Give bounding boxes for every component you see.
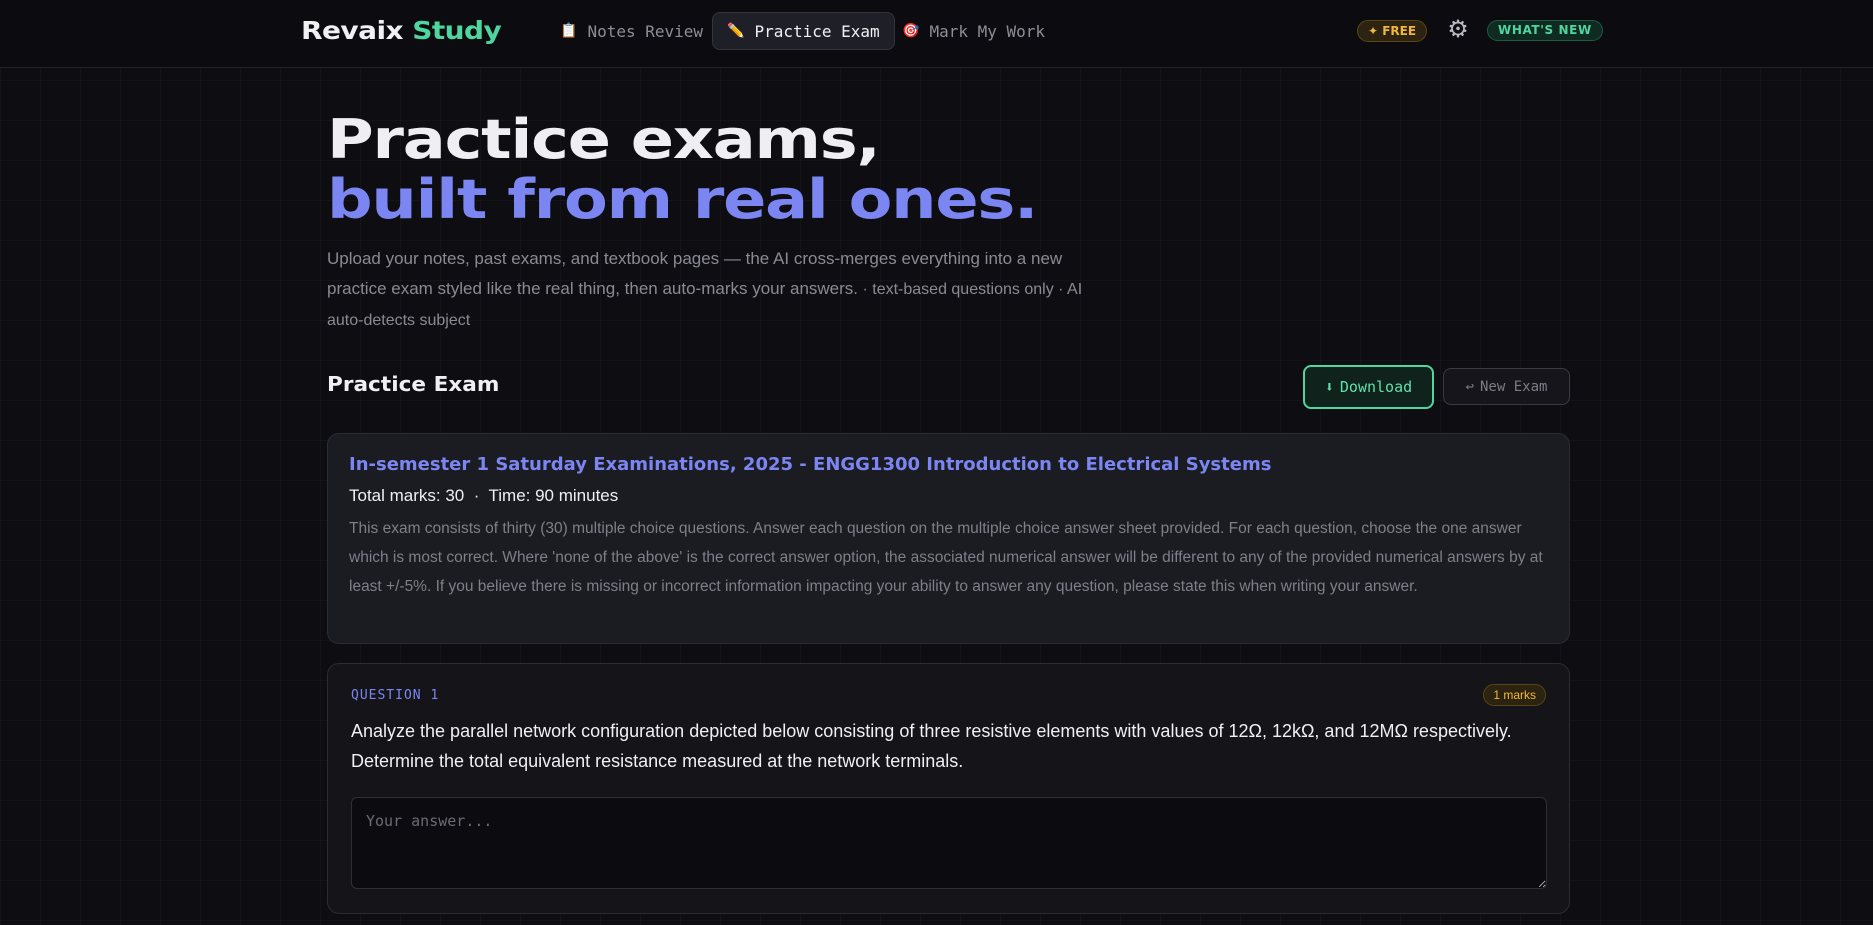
tab-notes-review[interactable]: 📋 Notes Review [546,12,717,50]
download-label: Download [1339,378,1413,396]
section-title: Practice Exam [327,372,500,396]
pencil-icon: ✏️ [727,23,745,39]
tab-label: Notes Review [587,21,704,41]
clipboard-icon: 📋 [560,23,578,39]
exam-meta-text: Total marks: 30 · Time: 90 minutes [349,486,619,505]
gear-icon[interactable]: ⚙ [1446,18,1470,42]
logo-part-2: Study [412,16,502,45]
logo[interactable]: Revaix Study [301,14,502,48]
tab-practice-exam[interactable]: ✏️ Practice Exam [712,12,895,50]
answer-textarea[interactable] [351,797,1547,889]
free-badge: ✦ FREE [1357,20,1428,42]
question-label: QUESTION 1 [351,688,440,703]
question-card: QUESTION 1 1 marks Analyze the parallel … [327,663,1570,914]
question-text: Analyze the parallel network configurati… [351,721,1512,771]
tab-label: Mark My Work [929,21,1046,41]
download-button[interactable]: ⬇ Download [1303,365,1434,409]
tab-label: Practice Exam [754,21,880,41]
hero-subtitle: Upload your notes, past exams, and textb… [327,244,1087,336]
hero-title-line-2: built from real ones. [327,168,1038,231]
marks-badge: 1 marks [1483,684,1546,706]
new-exam-button[interactable]: ↩ New Exam [1443,368,1570,405]
exam-info-card: In-semester 1 Saturday Examinations, 202… [327,433,1570,644]
exam-title: In-semester 1 Saturday Examinations, 202… [349,454,1272,475]
exam-instructions: This exam consists of thirty (30) multip… [349,520,1543,595]
tab-mark-my-work[interactable]: 🎯 Mark My Work [888,12,1059,50]
hero-title-line-1: Practice exams, [327,108,881,171]
top-nav: Revaix Study 📋 Notes Review ✏️ Practice … [0,0,1873,68]
whats-new-button[interactable]: WHAT'S NEW [1487,20,1603,41]
hero-title: Practice exams, built from real ones. [327,108,1038,231]
return-icon: ↩ [1465,378,1474,395]
new-exam-label: New Exam [1480,378,1548,395]
logo-part-1: Revaix [301,16,404,45]
target-icon: 🎯 [902,23,920,39]
download-icon: ⬇ [1324,378,1334,396]
exam-meta: Total marks: 30 · Time: 90 minutes [349,486,618,506]
